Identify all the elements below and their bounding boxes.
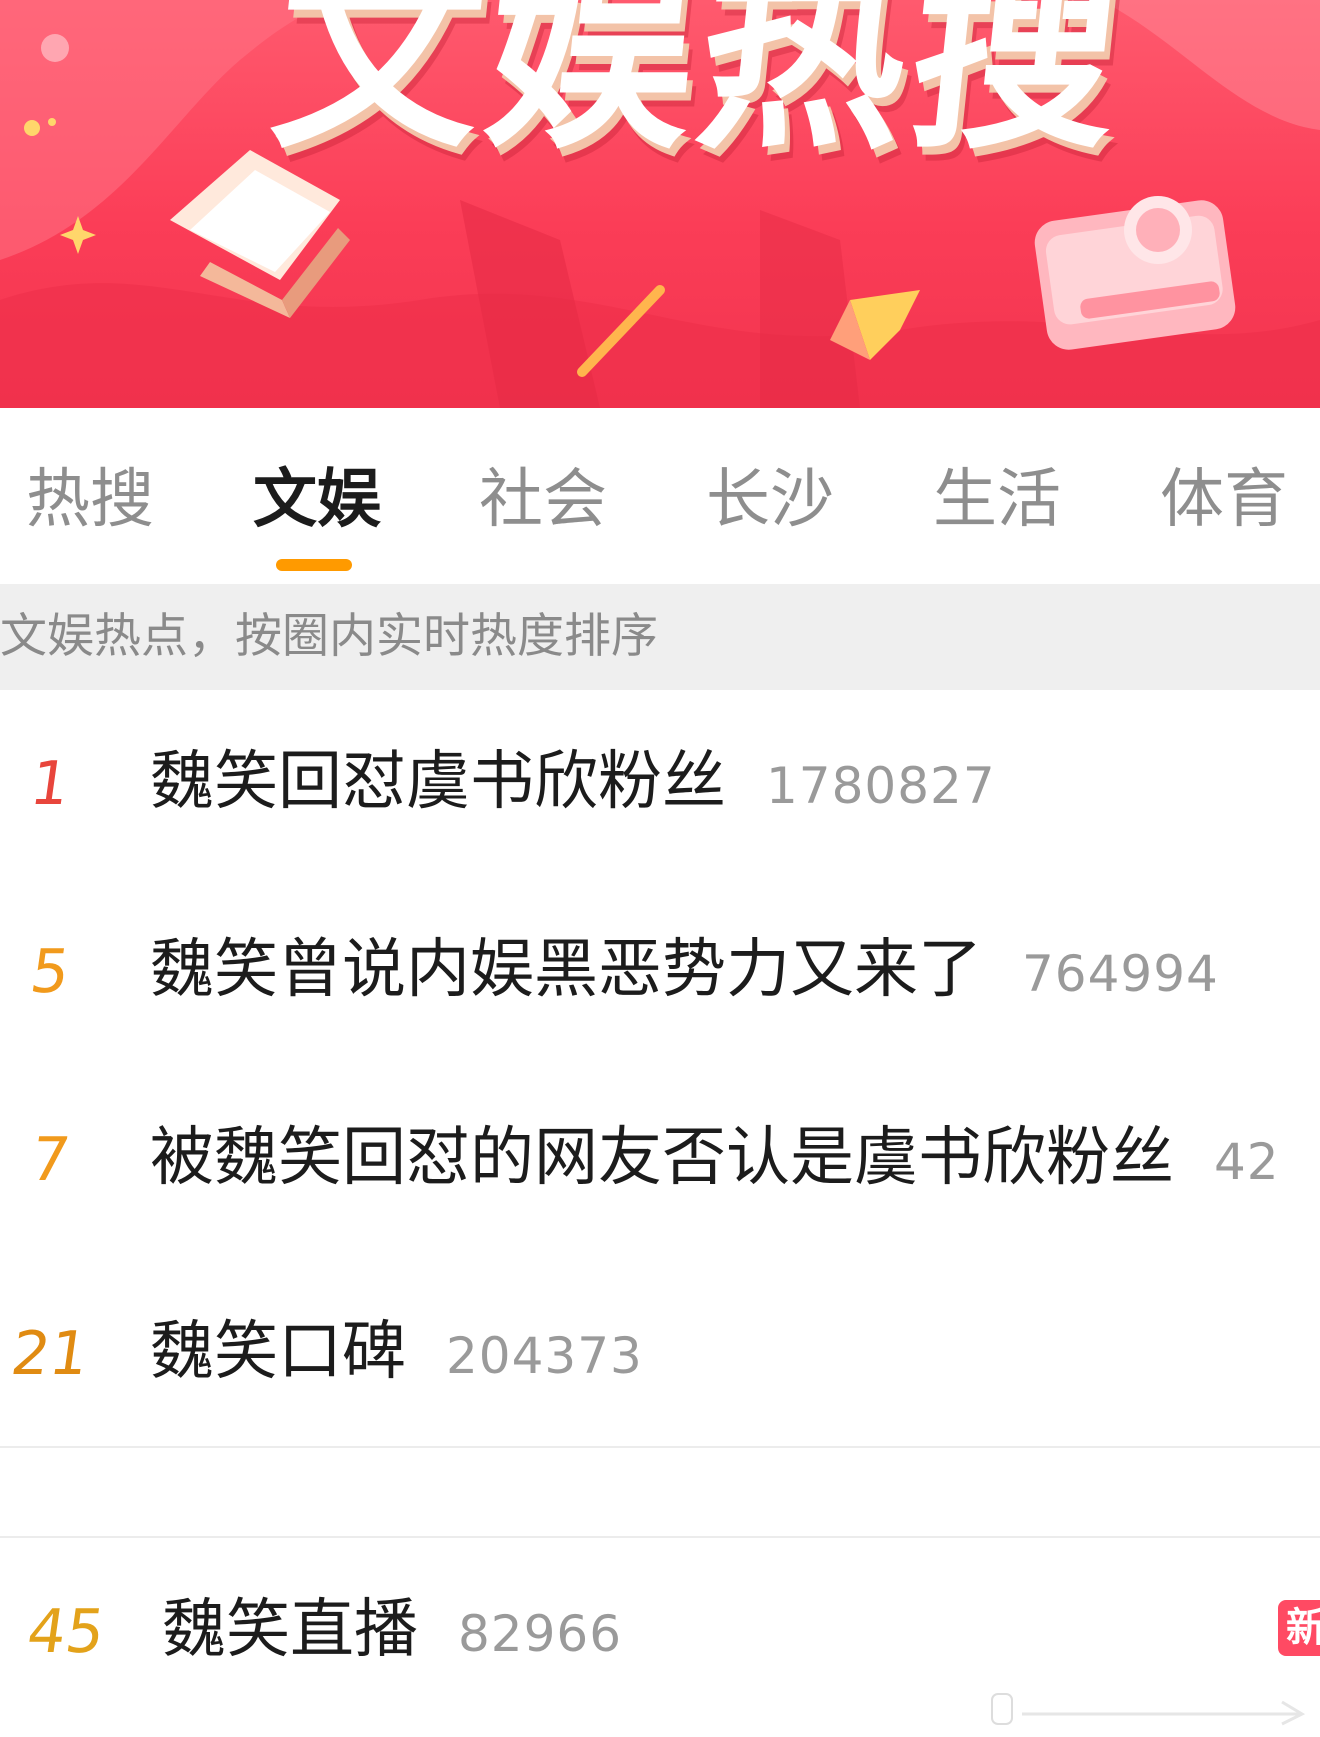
tab-society[interactable]: 社会 [463,460,623,560]
tab-hot-search[interactable]: 热搜 [10,460,170,560]
list-item[interactable]: 5 魏笑曾说内娱黑恶势力又来了 764994 [0,878,1320,1066]
heat-value: 204373 [446,1327,643,1385]
rank-number: 45 [22,1597,110,1667]
tab-life[interactable]: 生活 [917,460,1077,560]
banner-title: 文娱热搜 [263,0,1137,177]
topic-title: 魏笑直播 [162,1593,418,1667]
camera-icon [1034,196,1236,350]
tab-entertainment[interactable]: 文娱 [237,460,397,560]
heat-value: 82966 [458,1605,623,1663]
rank-number: 5 [25,937,75,1007]
rank-number: 7 [25,1125,75,1195]
hot-search-page: 文娱热搜 热搜 文娱 社会 长沙 生活 体育 文娱热点，按圈内实时热度排序 1 … [0,0,1320,1737]
list-item[interactable]: 21 魏笑口碑 204373 [0,1260,1320,1448]
section-subtitle-bar: 文娱热点，按圈内实时热度排序 [0,584,1320,690]
section-subtitle: 文娱热点，按圈内实时热度排序 [0,609,658,664]
topic-line: 魏笑直播 82966 [162,1590,622,1674]
topic-line: 魏笑口碑 204373 [150,1312,643,1396]
heat-value: 764994 [1022,945,1219,1003]
topic-title: 魏笑曾说内娱黑恶势力又来了 [150,933,982,1007]
rank-number: 1 [25,749,75,819]
category-tabs: 热搜 文娱 社会 长沙 生活 体育 [0,408,1320,584]
rank-number: 21 [6,1319,94,1389]
topic-line: 魏笑回怼虞书欣粉丝 1780827 [150,742,996,826]
new-badge: 新 [1278,1600,1320,1656]
heat-value: 42 [1214,1133,1280,1191]
banner: 文娱热搜 [0,0,1320,408]
topic-title: 魏笑回怼虞书欣粉丝 [150,745,726,819]
topic-title: 被魏笑回怼的网友否认是虞书欣粉丝 [150,1121,1174,1195]
list-item[interactable]: 1 魏笑回怼虞书欣粉丝 1780827 [0,690,1320,878]
list-gap [0,1448,1320,1538]
topic-title: 魏笑口碑 [150,1315,406,1389]
topic-line: 魏笑曾说内娱黑恶势力又来了 764994 [150,930,1219,1014]
active-tab-indicator [276,559,352,571]
list-item[interactable]: 7 被魏笑回怼的网友否认是虞书欣粉丝 42 [0,1066,1320,1254]
heat-value: 1780827 [766,757,996,815]
topic-line: 被魏笑回怼的网友否认是虞书欣粉丝 42 [150,1118,1280,1202]
scroll-hint-icon [991,1693,1306,1726]
tab-changsha[interactable]: 长沙 [690,460,850,560]
tab-sports[interactable]: 体育 [1144,460,1304,560]
